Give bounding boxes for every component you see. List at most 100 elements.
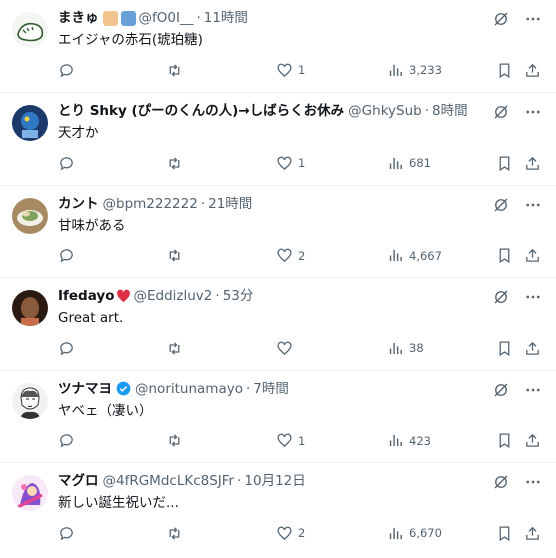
heart-icon (277, 156, 292, 170)
retweet-icon (169, 249, 180, 262)
display-name[interactable]: ツナマヨ (58, 379, 112, 399)
reply-icon (60, 63, 73, 78)
reply-item[interactable]: ツナマヨ @noritunamayo · 7時間 ヤベェ（凄い） 1 423 (0, 371, 556, 463)
reply-text: ヤベェ（凄い） (58, 402, 153, 419)
grok-icon[interactable] (492, 10, 510, 28)
heart-icon (277, 341, 292, 355)
top-icons (492, 10, 542, 28)
more-icon[interactable] (524, 288, 542, 306)
user-handle[interactable]: @Eddizluv2 (134, 286, 213, 306)
share-button[interactable] (524, 60, 541, 80)
bookmark-button[interactable] (496, 523, 513, 543)
avatar[interactable] (12, 290, 48, 326)
grok-icon[interactable] (492, 196, 510, 214)
reply-icon (60, 249, 73, 263)
display-name[interactable]: まきゅ (58, 8, 99, 28)
like-button[interactable]: 2 (276, 523, 305, 543)
retweet-button[interactable] (166, 431, 183, 451)
avatar[interactable] (12, 105, 48, 141)
reply-button[interactable] (58, 153, 75, 173)
analytics-icon (389, 249, 402, 262)
like-count: 2 (298, 526, 306, 540)
reply-header: カント @bpm222222 · 21時間 (58, 194, 492, 214)
timestamp[interactable]: 53分 (223, 286, 254, 306)
views-button[interactable]: 38 (387, 338, 424, 358)
display-name[interactable]: マグロ (58, 471, 99, 491)
grok-icon[interactable] (492, 103, 510, 121)
share-button[interactable] (524, 246, 541, 266)
user-handle[interactable]: @bpm222222 (103, 194, 198, 214)
bookmark-button[interactable] (496, 246, 513, 266)
views-button[interactable]: 681 (387, 153, 431, 173)
reply-button[interactable] (58, 60, 75, 80)
like-button[interactable]: 1 (276, 60, 305, 80)
action-bar: 2 4,667 (58, 246, 544, 266)
retweet-button[interactable] (166, 153, 183, 173)
reply-text: 新しい誕生祝いだ... (58, 495, 179, 511)
user-handle[interactable]: @4fRGMdcLKc8SJFr (103, 471, 235, 491)
like-count: 1 (298, 156, 306, 170)
grok-icon[interactable] (492, 381, 510, 399)
bookmark-icon (499, 433, 510, 449)
timestamp[interactable]: 10月12日 (244, 471, 305, 491)
avatar[interactable] (12, 197, 48, 234)
reply-icon (60, 526, 73, 541)
avatar[interactable] (12, 382, 48, 419)
reply-item[interactable]: カント @bpm222222 · 21時間 甘味がある 2 4,667 (0, 186, 556, 278)
reply-button[interactable] (58, 246, 75, 266)
like-button[interactable]: 1 (276, 153, 305, 173)
like-button[interactable]: 1 (276, 431, 305, 451)
more-icon[interactable] (524, 103, 542, 121)
views-button[interactable]: 6,670 (387, 523, 442, 543)
share-button[interactable] (524, 523, 541, 543)
grok-icon[interactable] (492, 288, 510, 306)
user-handle[interactable]: @noritunamayo (135, 379, 243, 399)
separator: · (215, 288, 220, 304)
timestamp[interactable]: 21時間 (208, 194, 252, 214)
timestamp[interactable]: 7時間 (253, 379, 289, 399)
top-icons (492, 381, 542, 399)
reply-item[interactable]: Ifedayo @Eddizluv2 · 53分 Great art. 38 (0, 278, 556, 371)
more-icon[interactable] (524, 381, 542, 399)
bookmark-button[interactable] (496, 431, 513, 451)
share-icon (526, 156, 539, 170)
share-button[interactable] (524, 431, 541, 451)
more-icon[interactable] (524, 196, 542, 214)
reply-item[interactable]: とり Shky (ぴーのくんの人)→しばらくお休み @GhkySub · 8時間… (0, 93, 556, 186)
reply-button[interactable] (58, 338, 75, 358)
user-handle[interactable]: @fO0I__ (139, 8, 194, 28)
retweet-button[interactable] (166, 246, 183, 266)
avatar[interactable] (12, 475, 48, 511)
user-handle[interactable]: @GhkySub (348, 101, 422, 121)
reply-item[interactable]: まきゅ @fO0I__ · 11時間 エイジャの赤石(琥珀糖) 1 3,233 (0, 0, 556, 93)
display-name[interactable]: とり Shky (ぴーのくんの人)→しばらくお休み (58, 101, 344, 121)
reply-button[interactable] (58, 431, 75, 451)
reply-button[interactable] (58, 523, 75, 543)
more-icon[interactable] (524, 473, 542, 491)
share-button[interactable] (524, 153, 541, 173)
bookmark-button[interactable] (496, 153, 513, 173)
avatar[interactable] (12, 12, 48, 48)
bookmark-icon (499, 525, 510, 541)
display-name[interactable]: カント (58, 194, 99, 214)
retweet-button[interactable] (166, 60, 183, 80)
share-button[interactable] (524, 338, 541, 358)
timestamp[interactable]: 8時間 (432, 101, 468, 121)
retweet-button[interactable] (166, 523, 183, 543)
reply-item[interactable]: マグロ @4fRGMdcLKc8SJFr · 10月12日 新しい誕生祝いだ..… (0, 463, 556, 556)
grok-icon[interactable] (492, 473, 510, 491)
like-button[interactable] (276, 338, 293, 358)
views-button[interactable]: 4,667 (387, 246, 442, 266)
retweet-icon (169, 63, 180, 77)
bookmark-button[interactable] (496, 338, 513, 358)
display-name[interactable]: Ifedayo (58, 286, 115, 306)
heart-icon (277, 63, 292, 77)
retweet-button[interactable] (166, 338, 183, 358)
views-button[interactable]: 423 (387, 431, 431, 451)
timestamp[interactable]: 11時間 (204, 8, 248, 28)
more-icon[interactable] (524, 10, 542, 28)
views-button[interactable]: 3,233 (387, 60, 442, 80)
bookmark-button[interactable] (496, 60, 513, 80)
analytics-icon (389, 157, 402, 169)
like-button[interactable]: 2 (276, 246, 305, 266)
